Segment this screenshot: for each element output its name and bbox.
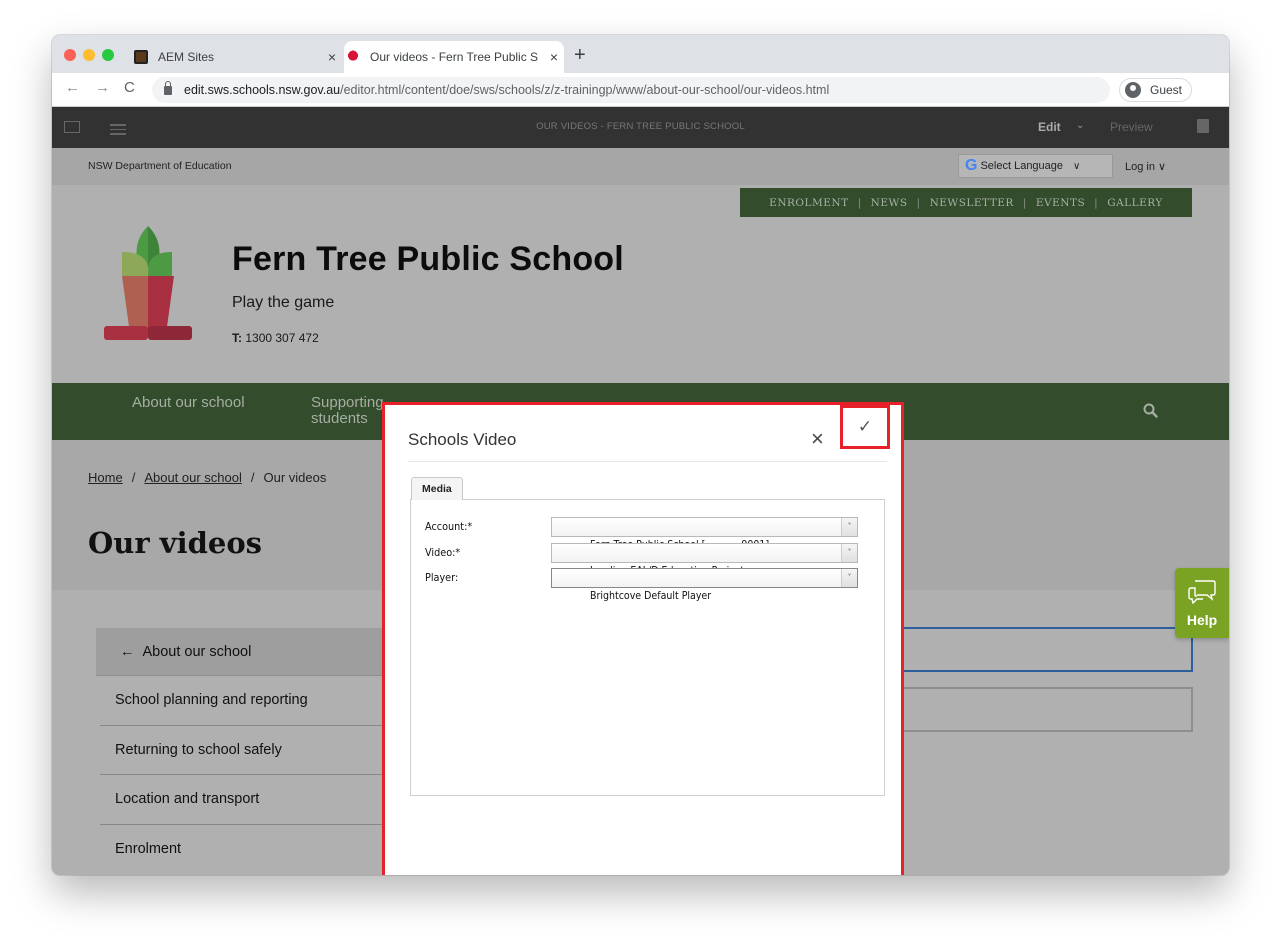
avatar-icon xyxy=(1125,82,1141,98)
account-select[interactable]: Fern Tree Public School [ 9001] ˅ xyxy=(551,517,858,551)
video-field-row: Video:* Leading EAL/D Education Project … xyxy=(425,543,865,577)
school-tagline: Play the game xyxy=(232,294,335,311)
window-zoom-button[interactable] xyxy=(102,49,114,61)
sidenav-item-enrolment[interactable]: Enrolment xyxy=(100,825,408,875)
school-phone: T: 1300 307 472 xyxy=(232,331,319,345)
account-label: Account:* xyxy=(425,520,473,533)
separator: / xyxy=(250,470,255,485)
dialog-title: Schools Video xyxy=(408,430,517,449)
browser-toolbar: ← → C edit.sws.schools.nsw.gov.au /edito… xyxy=(52,73,1229,107)
chevron-down-icon[interactable]: ˅ xyxy=(841,544,857,562)
url-host: edit.sws.schools.nsw.gov.au xyxy=(184,83,341,97)
preview-button[interactable]: Preview xyxy=(1110,120,1153,134)
quick-link-news[interactable]: NEWS xyxy=(871,197,908,209)
tab-media[interactable]: Media xyxy=(411,477,463,500)
chevron-down-icon: ∨ xyxy=(1073,160,1081,172)
breadcrumb-about-our-school[interactable]: About our school xyxy=(144,470,242,485)
quick-links: ENROLMENT | NEWS | NEWSLETTER | EVENTS |… xyxy=(740,188,1192,217)
separator: | xyxy=(916,196,921,209)
video-select[interactable]: Leading EAL/D Education Project ˅ xyxy=(551,543,858,577)
tab-title: Our videos - Fern Tree Public S xyxy=(370,50,539,64)
close-icon[interactable]: × xyxy=(811,427,824,451)
nsw-waratah-icon xyxy=(346,50,360,64)
language-select[interactable]: G Select Language ∨ xyxy=(958,154,1113,178)
new-tab-button[interactable]: + xyxy=(574,45,586,65)
player-label: Player: xyxy=(425,571,459,584)
sidenav-item-returning-safely[interactable]: Returning to school safely xyxy=(100,726,408,775)
chevron-down-icon[interactable]: ⌄ xyxy=(1076,120,1084,131)
arrow-left-icon: ← xyxy=(120,643,135,660)
quick-link-newsletter[interactable]: NEWSLETTER xyxy=(930,197,1014,209)
quick-link-events[interactable]: EVENTS xyxy=(1036,197,1085,209)
tab-our-videos[interactable]: Our videos - Fern Tree Public S × xyxy=(344,41,564,73)
breadcrumb-current: Our videos xyxy=(263,470,327,485)
tab-close-icon[interactable]: × xyxy=(322,49,342,65)
chat-bubbles-icon xyxy=(1188,580,1216,604)
quick-link-gallery[interactable]: GALLERY xyxy=(1107,197,1163,209)
school-name[interactable]: Fern Tree Public School xyxy=(232,240,624,279)
login-menu[interactable]: Log in ∨ xyxy=(1125,160,1166,173)
google-icon: G xyxy=(965,157,978,174)
confirm-button[interactable]: ✓ xyxy=(840,405,890,449)
sidenav-item-school-planning[interactable]: School planning and reporting xyxy=(100,676,408,726)
language-select-label: Select Language xyxy=(980,160,1064,172)
nav-about-our-school[interactable]: About our school xyxy=(132,395,245,411)
separator: / xyxy=(131,470,136,485)
help-label: Help xyxy=(1186,612,1218,628)
mode-select[interactable]: Edit xyxy=(1038,120,1061,134)
separator: | xyxy=(1022,196,1027,209)
account-field-row: Account:* Fern Tree Public School [ 9001… xyxy=(425,517,865,551)
breadcrumb-home[interactable]: Home xyxy=(88,470,123,485)
page-title: Our videos xyxy=(88,526,262,560)
lock-icon xyxy=(164,80,172,95)
separator: | xyxy=(1094,196,1099,209)
quick-link-enrolment[interactable]: ENROLMENT xyxy=(769,197,848,209)
profile-label: Guest xyxy=(1150,83,1183,97)
tab-strip: AEM Sites × Our videos - Fern Tree Publi… xyxy=(52,35,1229,73)
back-button[interactable]: ← xyxy=(65,79,80,96)
help-button[interactable]: Help xyxy=(1175,568,1229,638)
utility-bar: NSW Department of Education G Select Lan… xyxy=(52,148,1229,185)
player-field-row: Player: Brightcove Default Player ˅ xyxy=(425,568,865,602)
selected-component-outline[interactable] xyxy=(902,627,1193,672)
profile-button[interactable]: Guest xyxy=(1119,78,1192,102)
side-navigation: ← About our school School planning and r… xyxy=(96,628,408,874)
school-website: NSW Department of Education G Select Lan… xyxy=(52,148,1229,875)
sidenav-parent-label: About our school xyxy=(142,643,252,660)
tab-title: AEM Sites xyxy=(158,50,215,64)
search-icon[interactable] xyxy=(1143,403,1158,418)
schools-video-dialog: Schools Video × ✓ Media Account:* Fern T… xyxy=(382,402,904,875)
separator: | xyxy=(857,196,862,209)
player-select[interactable]: Brightcove Default Player ˅ xyxy=(551,568,858,602)
phone-prefix: T: xyxy=(232,331,242,345)
department-label: NSW Department of Education xyxy=(88,160,232,172)
tab-close-icon[interactable]: × xyxy=(544,49,564,65)
aem-editor-bar: OUR VIDEOS - FERN TREE PUBLIC SCHOOL Edi… xyxy=(52,107,1229,148)
nav-supporting-students[interactable]: Supporting students xyxy=(311,395,384,427)
address-bar[interactable]: edit.sws.schools.nsw.gov.au /editor.html… xyxy=(152,77,1110,103)
forward-button[interactable]: → xyxy=(95,79,110,96)
breadcrumb: Home / About our school / Our videos xyxy=(88,470,326,485)
player-value: Brightcove Default Player xyxy=(589,589,712,602)
annotate-icon[interactable] xyxy=(1197,119,1209,133)
browser-window: AEM Sites × Our videos - Fern Tree Publi… xyxy=(52,35,1229,875)
sidenav-parent-link[interactable]: ← About our school xyxy=(96,628,408,676)
aem-icon xyxy=(134,50,148,64)
phone-number[interactable]: 1300 307 472 xyxy=(245,331,318,345)
component-placeholder[interactable] xyxy=(902,687,1193,732)
video-label: Video:* xyxy=(425,546,461,559)
tab-aem-sites[interactable]: AEM Sites × xyxy=(132,41,342,73)
window-close-button[interactable] xyxy=(64,49,76,61)
divider xyxy=(408,461,887,462)
sidenav-item-location-transport[interactable]: Location and transport xyxy=(100,775,408,825)
window-minimize-button[interactable] xyxy=(83,49,95,61)
chevron-down-icon[interactable]: ˅ xyxy=(841,569,857,587)
chevron-down-icon[interactable]: ˅ xyxy=(841,518,857,536)
url-path: /editor.html/content/doe/sws/schools/z/z… xyxy=(340,83,830,97)
reload-button[interactable]: C xyxy=(124,79,135,96)
school-logo-plant-icon[interactable] xyxy=(100,226,196,346)
checkmark-icon: ✓ xyxy=(857,417,873,436)
